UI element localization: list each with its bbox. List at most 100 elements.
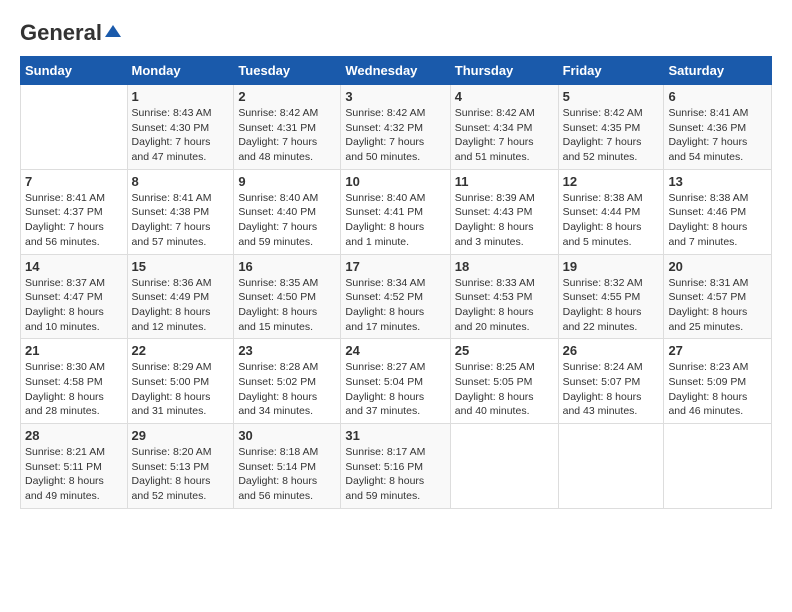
header: General: [20, 20, 772, 46]
day-info: Sunrise: 8:42 AMSunset: 4:31 PMDaylight:…: [238, 106, 336, 165]
day-info: Sunrise: 8:42 AMSunset: 4:35 PMDaylight:…: [563, 106, 660, 165]
calendar-cell: 16 Sunrise: 8:35 AMSunset: 4:50 PMDayligh…: [234, 254, 341, 339]
day-of-week-header: Tuesday: [234, 57, 341, 85]
day-number: 12: [563, 174, 660, 189]
calendar-cell: 6Sunrise: 8:41 AMSunset: 4:36 PMDaylight…: [664, 85, 772, 170]
day-number: 13: [668, 174, 767, 189]
calendar-week-row: 14 Sunrise: 8:37 AMSunset: 4:47 PMDayligh…: [21, 254, 772, 339]
calendar-cell: 24 Sunrise: 8:27 AMSunset: 5:04 PMDayligh…: [341, 339, 450, 424]
calendar-cell: 13 Sunrise: 8:38 AMSunset: 4:46 PMDayligh…: [664, 169, 772, 254]
day-number: 14: [25, 259, 123, 274]
day-number: 9: [238, 174, 336, 189]
day-number: 1: [132, 89, 230, 104]
day-info: Sunrise: 8:33 AMSunset: 4:53 PMDaylight:…: [455, 276, 554, 335]
calendar-cell: 10 Sunrise: 8:40 AMSunset: 4:41 PMDayligh…: [341, 169, 450, 254]
calendar-cell: 1 Sunrise: 8:43 AMSunset: 4:30 PMDaylight…: [127, 85, 234, 170]
calendar-cell: 3 Sunrise: 8:42 AMSunset: 4:32 PMDaylight…: [341, 85, 450, 170]
calendar-cell: 11 Sunrise: 8:39 AMSunset: 4:43 PMDayligh…: [450, 169, 558, 254]
day-number: 20: [668, 259, 767, 274]
day-of-week-header: Sunday: [21, 57, 128, 85]
day-info: Sunrise: 8:38 AMSunset: 4:46 PMDaylight:…: [668, 191, 767, 250]
day-info: Sunrise: 8:24 AMSunset: 5:07 PMDaylight:…: [563, 360, 660, 419]
calendar-cell: 28 Sunrise: 8:21 AMSunset: 5:11 PMDayligh…: [21, 424, 128, 509]
calendar-week-row: 21 Sunrise: 8:30 AMSunset: 4:58 PMDayligh…: [21, 339, 772, 424]
calendar-week-row: 7 Sunrise: 8:41 AMSunset: 4:37 PMDaylight…: [21, 169, 772, 254]
day-of-week-header: Wednesday: [341, 57, 450, 85]
day-info: Sunrise: 8:43 AMSunset: 4:30 PMDaylight:…: [132, 106, 230, 165]
day-info: Sunrise: 8:17 AMSunset: 5:16 PMDaylight:…: [345, 445, 445, 504]
day-info: Sunrise: 8:35 AMSunset: 4:50 PMDaylight:…: [238, 276, 336, 335]
day-number: 27: [668, 343, 767, 358]
day-number: 23: [238, 343, 336, 358]
day-info: Sunrise: 8:41 AMSunset: 4:38 PMDaylight:…: [132, 191, 230, 250]
day-info: Sunrise: 8:30 AMSunset: 4:58 PMDaylight:…: [25, 360, 123, 419]
day-number: 25: [455, 343, 554, 358]
day-info: Sunrise: 8:21 AMSunset: 5:11 PMDaylight:…: [25, 445, 123, 504]
day-info: Sunrise: 8:25 AMSunset: 5:05 PMDaylight:…: [455, 360, 554, 419]
calendar-cell: 8 Sunrise: 8:41 AMSunset: 4:38 PMDaylight…: [127, 169, 234, 254]
calendar-week-row: 28 Sunrise: 8:21 AMSunset: 5:11 PMDayligh…: [21, 424, 772, 509]
day-number: 19: [563, 259, 660, 274]
calendar-cell: 30Sunrise: 8:18 AMSunset: 5:14 PMDayligh…: [234, 424, 341, 509]
day-number: 3: [345, 89, 445, 104]
day-info: Sunrise: 8:37 AMSunset: 4:47 PMDaylight:…: [25, 276, 123, 335]
day-of-week-header: Friday: [558, 57, 664, 85]
calendar-cell: 5 Sunrise: 8:42 AMSunset: 4:35 PMDaylight…: [558, 85, 664, 170]
calendar-cell: [21, 85, 128, 170]
day-number: 15: [132, 259, 230, 274]
calendar-cell: 25 Sunrise: 8:25 AMSunset: 5:05 PMDayligh…: [450, 339, 558, 424]
day-of-week-header: Thursday: [450, 57, 558, 85]
day-number: 18: [455, 259, 554, 274]
day-number: 30: [238, 428, 336, 443]
day-info: Sunrise: 8:42 AMSunset: 4:34 PMDaylight:…: [455, 106, 554, 165]
calendar-cell: 2 Sunrise: 8:42 AMSunset: 4:31 PMDaylight…: [234, 85, 341, 170]
day-info: Sunrise: 8:39 AMSunset: 4:43 PMDaylight:…: [455, 191, 554, 250]
day-info: Sunrise: 8:31 AMSunset: 4:57 PMDaylight:…: [668, 276, 767, 335]
day-info: Sunrise: 8:23 AMSunset: 5:09 PMDaylight:…: [668, 360, 767, 419]
day-number: 21: [25, 343, 123, 358]
calendar-cell: 26 Sunrise: 8:24 AMSunset: 5:07 PMDayligh…: [558, 339, 664, 424]
calendar-cell: 20 Sunrise: 8:31 AMSunset: 4:57 PMDayligh…: [664, 254, 772, 339]
day-of-week-header: Saturday: [664, 57, 772, 85]
day-info: Sunrise: 8:32 AMSunset: 4:55 PMDaylight:…: [563, 276, 660, 335]
day-number: 28: [25, 428, 123, 443]
day-number: 8: [132, 174, 230, 189]
day-info: Sunrise: 8:41 AMSunset: 4:37 PMDaylight:…: [25, 191, 123, 250]
calendar-cell: 7 Sunrise: 8:41 AMSunset: 4:37 PMDaylight…: [21, 169, 128, 254]
days-of-week-row: SundayMondayTuesdayWednesdayThursdayFrid…: [21, 57, 772, 85]
day-number: 4: [455, 89, 554, 104]
day-info: Sunrise: 8:29 AMSunset: 5:00 PMDaylight:…: [132, 360, 230, 419]
day-info: Sunrise: 8:40 AMSunset: 4:41 PMDaylight:…: [345, 191, 445, 250]
calendar-cell: 15Sunrise: 8:36 AMSunset: 4:49 PMDayligh…: [127, 254, 234, 339]
day-number: 11: [455, 174, 554, 189]
calendar-cell: 17 Sunrise: 8:34 AMSunset: 4:52 PMDayligh…: [341, 254, 450, 339]
day-number: 29: [132, 428, 230, 443]
day-info: Sunrise: 8:27 AMSunset: 5:04 PMDaylight:…: [345, 360, 445, 419]
day-number: 22: [132, 343, 230, 358]
day-info: Sunrise: 8:28 AMSunset: 5:02 PMDaylight:…: [238, 360, 336, 419]
day-number: 26: [563, 343, 660, 358]
calendar-cell: 14 Sunrise: 8:37 AMSunset: 4:47 PMDayligh…: [21, 254, 128, 339]
calendar-cell: 4 Sunrise: 8:42 AMSunset: 4:34 PMDaylight…: [450, 85, 558, 170]
day-info: Sunrise: 8:41 AMSunset: 4:36 PMDaylight:…: [668, 106, 767, 165]
calendar-cell: 27 Sunrise: 8:23 AMSunset: 5:09 PMDayligh…: [664, 339, 772, 424]
calendar-cell: 31Sunrise: 8:17 AMSunset: 5:16 PMDayligh…: [341, 424, 450, 509]
day-info: Sunrise: 8:34 AMSunset: 4:52 PMDaylight:…: [345, 276, 445, 335]
day-info: Sunrise: 8:40 AMSunset: 4:40 PMDaylight:…: [238, 191, 336, 250]
logo: General: [20, 20, 121, 46]
day-number: 16: [238, 259, 336, 274]
day-number: 2: [238, 89, 336, 104]
day-number: 17: [345, 259, 445, 274]
logo-general: General: [20, 20, 102, 46]
calendar-cell: 29 Sunrise: 8:20 AMSunset: 5:13 PMDayligh…: [127, 424, 234, 509]
day-info: Sunrise: 8:20 AMSunset: 5:13 PMDaylight:…: [132, 445, 230, 504]
calendar-cell: 22 Sunrise: 8:29 AMSunset: 5:00 PMDayligh…: [127, 339, 234, 424]
calendar-week-row: 1 Sunrise: 8:43 AMSunset: 4:30 PMDaylight…: [21, 85, 772, 170]
day-number: 24: [345, 343, 445, 358]
day-number: 10: [345, 174, 445, 189]
day-info: Sunrise: 8:42 AMSunset: 4:32 PMDaylight:…: [345, 106, 445, 165]
day-number: 7: [25, 174, 123, 189]
day-number: 5: [563, 89, 660, 104]
calendar-cell: 18 Sunrise: 8:33 AMSunset: 4:53 PMDayligh…: [450, 254, 558, 339]
calendar-cell: [664, 424, 772, 509]
